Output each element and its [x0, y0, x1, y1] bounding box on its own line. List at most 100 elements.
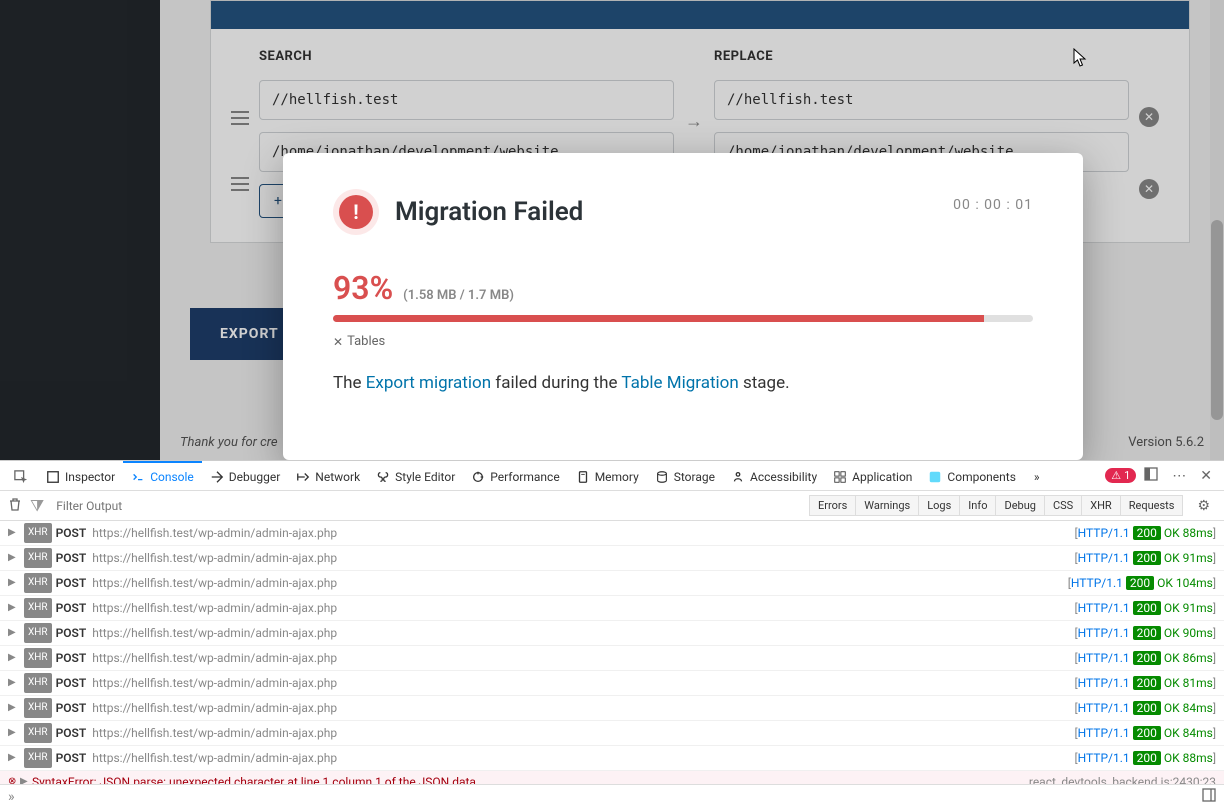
http-method: POST — [56, 524, 87, 542]
xhr-badge: XHR — [24, 698, 52, 718]
devtools-panel: Inspector Console Debugger Network Style… — [0, 460, 1224, 808]
expand-icon[interactable]: ▶ — [20, 773, 32, 784]
migration-failed-modal: ! Migration Failed 00 : 00 : 01 93% (1.5… — [283, 153, 1083, 460]
filter-input[interactable] — [52, 495, 802, 517]
filter-warnings[interactable]: Warnings — [855, 495, 919, 516]
xhr-badge: XHR — [24, 523, 52, 543]
sidebar-toggle-icon[interactable] — [1202, 788, 1216, 806]
xhr-badge: XHR — [24, 548, 52, 568]
tab-performance[interactable]: Performance — [463, 461, 567, 491]
error-count-badge[interactable]: ⚠1 — [1105, 468, 1136, 483]
tab-accessibility[interactable]: Accessibility — [723, 461, 825, 491]
trash-icon[interactable] — [8, 496, 22, 515]
modal-message: The Export migration failed during the T… — [333, 373, 1033, 393]
progress-bytes: (1.58 MB / 1.7 MB) — [403, 288, 514, 303]
log-row[interactable]: ▶XHRPOSThttps://hellfish.test/wp-admin/a… — [0, 746, 1224, 771]
filter-debug[interactable]: Debug — [995, 495, 1044, 516]
request-url: https://hellfish.test/wp-admin/admin-aja… — [92, 524, 337, 542]
expand-icon[interactable]: ▶ — [8, 674, 20, 692]
http-method: POST — [56, 649, 87, 667]
console-bottom-bar: » — [0, 784, 1224, 808]
console-filter-bar: ⧩ ErrorsWarningsLogsInfoDebugCSSXHRReque… — [0, 491, 1224, 521]
xhr-badge: XHR — [24, 623, 52, 643]
response-status: [HTTP/1.1 200 OK 84ms] — [1074, 724, 1216, 742]
expand-icon[interactable]: ▶ — [8, 724, 20, 742]
x-icon: ✕ — [333, 335, 343, 349]
filter-xhr[interactable]: XHR — [1081, 495, 1121, 516]
expand-icon[interactable]: ▶ — [8, 599, 20, 617]
expand-icon[interactable]: ▶ — [8, 524, 20, 542]
request-url: https://hellfish.test/wp-admin/admin-aja… — [92, 724, 337, 742]
input-chevron-icon[interactable]: » — [8, 789, 15, 805]
progress-percent: 93% — [333, 269, 393, 307]
xhr-badge: XHR — [24, 598, 52, 618]
expand-icon[interactable]: ▶ — [8, 699, 20, 717]
kebab-icon[interactable]: ⋯ — [1166, 468, 1192, 484]
filter-requests[interactable]: Requests — [1120, 495, 1184, 516]
http-method: POST — [56, 724, 87, 742]
log-row[interactable]: ▶XHRPOSThttps://hellfish.test/wp-admin/a… — [0, 646, 1224, 671]
expand-icon[interactable]: ▶ — [8, 649, 20, 667]
error-badge-icon: ⊗ — [8, 773, 20, 784]
xhr-badge: XHR — [24, 748, 52, 768]
expand-icon[interactable]: ▶ — [8, 574, 20, 592]
log-row[interactable]: ▶XHRPOSThttps://hellfish.test/wp-admin/a… — [0, 571, 1224, 596]
log-row[interactable]: ▶XHRPOST https://hellfish.test/wp-admin/a… — [0, 521, 1224, 546]
close-icon[interactable]: ✕ — [1194, 468, 1218, 484]
xhr-badge: XHR — [24, 673, 52, 693]
request-url: https://hellfish.test/wp-admin/admin-aja… — [92, 674, 337, 692]
response-status: [HTTP/1.1 200 OK 91ms] — [1074, 549, 1216, 567]
filter-info[interactable]: Info — [959, 495, 996, 516]
error-message: SyntaxError: JSON.parse: unexpected char… — [32, 773, 1029, 784]
funnel-icon: ⧩ — [30, 496, 44, 516]
tab-storage[interactable]: Storage — [647, 461, 723, 491]
http-method: POST — [56, 624, 87, 642]
expand-icon[interactable]: ▶ — [8, 549, 20, 567]
response-status: [HTTP/1.1 200 OK 104ms] — [1068, 574, 1216, 592]
overflow-icon[interactable]: » — [1026, 461, 1048, 491]
expand-icon[interactable]: ▶ — [8, 624, 20, 642]
export-migration-link[interactable]: Export migration — [366, 373, 491, 393]
tab-console[interactable]: Console — [123, 461, 202, 491]
gear-icon[interactable]: ⚙ — [1191, 498, 1216, 514]
http-method: POST — [56, 549, 87, 567]
filter-logs[interactable]: Logs — [918, 495, 960, 516]
tab-memory[interactable]: Memory — [568, 461, 647, 491]
http-method: POST — [56, 699, 87, 717]
log-row[interactable]: ▶XHRPOST https://hellfish.test/wp-admin/a… — [0, 696, 1224, 721]
tab-debugger[interactable]: Debugger — [202, 461, 289, 491]
log-row[interactable]: ▶XHRPOST https://hellfish.test/wp-admin/a… — [0, 546, 1224, 571]
tab-inspector[interactable]: Inspector — [38, 461, 123, 491]
log-row[interactable]: ▶XHRPOST https://hellfish.test/wp-admin/a… — [0, 671, 1224, 696]
modal-title: Migration Failed — [395, 197, 583, 227]
log-row[interactable]: ▶XHRPOSThttps://hellfish.test/wp-admin/a… — [0, 596, 1224, 621]
timer: 00 : 00 : 01 — [953, 197, 1033, 213]
request-url: https://hellfish.test/wp-admin/admin-aja… — [92, 749, 337, 767]
error-source[interactable]: react_devtools_backend.js:2430:23 — [1029, 773, 1216, 784]
filter-css[interactable]: CSS — [1044, 495, 1082, 516]
table-migration-link[interactable]: Table Migration — [621, 373, 738, 393]
request-url: https://hellfish.test/wp-admin/admin-aja… — [92, 574, 337, 592]
progress-bar-fill — [333, 315, 984, 322]
request-url: https://hellfish.test/wp-admin/admin-aja… — [92, 699, 337, 717]
tab-application[interactable]: Application — [825, 461, 920, 491]
response-status: [HTTP/1.1 200 OK 90ms] — [1074, 624, 1216, 642]
log-row[interactable]: ▶XHRPOSThttps://hellfish.test/wp-admin/a… — [0, 621, 1224, 646]
tab-components[interactable]: Components — [920, 461, 1024, 491]
response-status: [HTTP/1.1 200 OK 84ms] — [1074, 699, 1216, 717]
dock-icon[interactable] — [1138, 467, 1164, 485]
filter-errors[interactable]: Errors — [809, 495, 856, 516]
response-status: [HTTP/1.1 200 OK 88ms] — [1074, 749, 1216, 767]
xhr-badge: XHR — [24, 723, 52, 743]
error-row[interactable]: ⊗▶SyntaxError: JSON.parse: unexpected ch… — [0, 771, 1224, 784]
progress-bar — [333, 315, 1033, 322]
expand-icon[interactable]: ▶ — [8, 749, 20, 767]
request-url: https://hellfish.test/wp-admin/admin-aja… — [92, 549, 337, 567]
response-status: [HTTP/1.1 200 OK 91ms] — [1074, 599, 1216, 617]
console-log[interactable]: ▶XHRPOSThttps://hellfish.test/wp-admin/a… — [0, 521, 1224, 784]
tab-style-editor[interactable]: Style Editor — [368, 461, 463, 491]
http-method: POST — [56, 674, 87, 692]
element-picker-icon[interactable] — [6, 461, 36, 491]
tab-network[interactable]: Network — [288, 461, 368, 491]
log-row[interactable]: ▶XHRPOST https://hellfish.test/wp-admin/a… — [0, 721, 1224, 746]
